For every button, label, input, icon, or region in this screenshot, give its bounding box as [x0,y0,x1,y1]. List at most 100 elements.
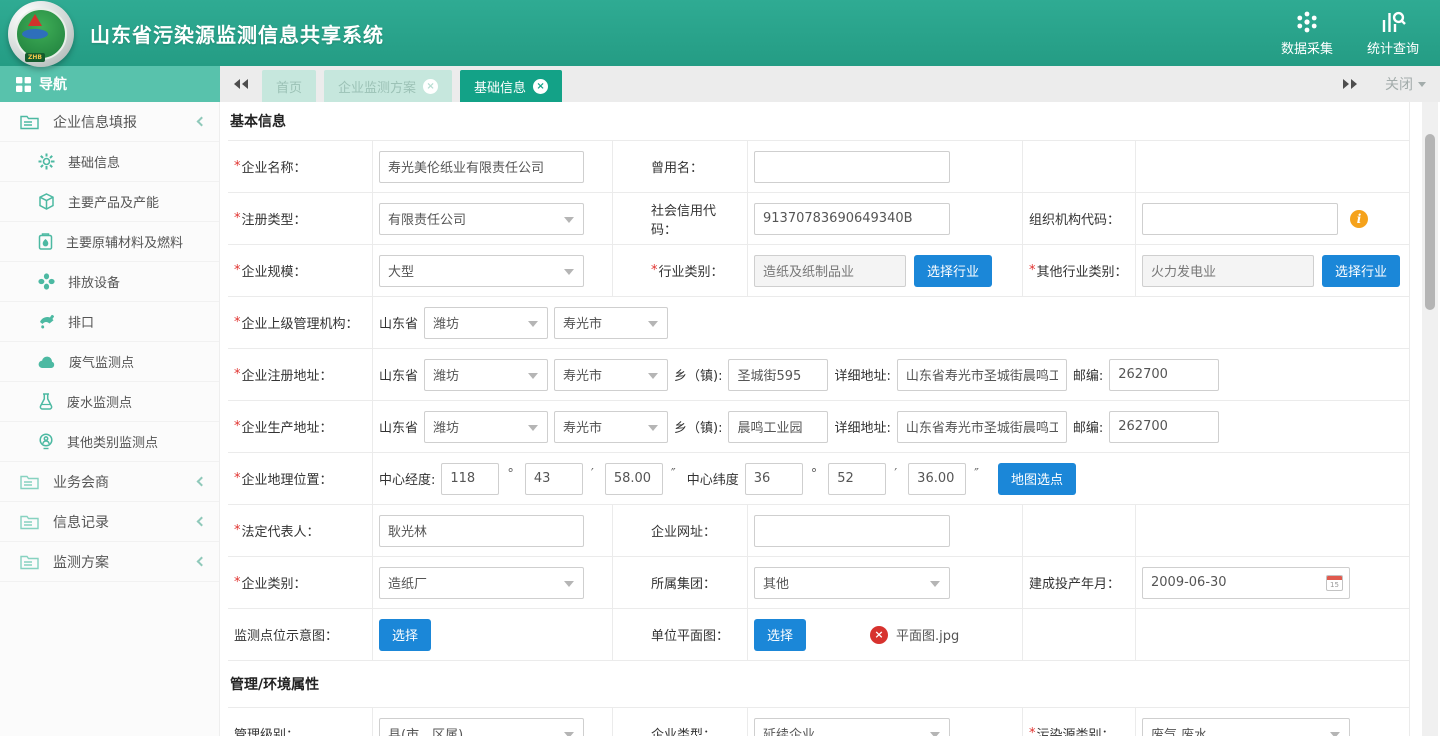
mgmt-level-label: 管理级别： [228,708,373,736]
close-tabs-dropdown[interactable]: 关闭 [1385,74,1426,94]
collapse-chevron-icon [197,517,207,527]
sidebar-item-outlet[interactable]: 排口 [0,302,219,342]
select-other-industry-button[interactable]: 选择行业 [1322,255,1400,287]
collapse-chevron-icon [197,557,207,567]
legal-rep-label: *法定代表人： [228,505,373,557]
app-header: ZHB 山东省污染源监测信息共享系统 数据采集 统计查询 [0,0,1440,66]
former-name-input[interactable] [754,151,950,183]
gear-icon [38,153,55,170]
org-code-label: 组织机构代码： [1023,193,1136,245]
detail-address-label: 详细地址: [834,417,890,436]
sidebar-group-info-records[interactable]: 信息记录 [0,502,219,542]
reg-address-detail-input[interactable] [897,359,1067,391]
lat-min-input[interactable] [828,463,886,495]
flask-icon [38,393,54,410]
dots-cluster-icon [1294,10,1320,34]
tabs-scroll-right-button[interactable] [1337,66,1371,102]
calendar-icon[interactable]: 15 [1326,575,1343,591]
nav-header: 导航 [0,66,220,102]
lon-sec-input[interactable] [605,463,663,495]
prod-address-zip-input[interactable] [1109,411,1219,443]
select-industry-button[interactable]: 选择行业 [914,255,992,287]
sidebar-group-business-consult[interactable]: 业务会商 [0,462,219,502]
zip-label: 邮编: [1073,417,1103,436]
parent-org-city-select[interactable]: 潍坊 [424,307,548,339]
prod-address-city-select[interactable]: 潍坊 [424,411,548,443]
tabs-scroll-left-button[interactable] [220,66,254,102]
tab-enterprise-monitor-plan[interactable]: 企业监测方案 × [324,70,452,102]
website-input[interactable] [754,515,950,547]
pollution-type-select[interactable]: 废气,废水 [1142,718,1350,736]
basic-info-form: 基本信息 *企业名称： 曾用名： *注册类型： 有限责任公司 社会信用代码： 组… [228,102,1410,736]
tab-basic-info[interactable]: 基础信息 × [460,70,562,102]
map-pick-button[interactable]: 地图选点 [998,463,1076,495]
parent-org-county-select[interactable]: 寿光市 [554,307,668,339]
data-collection-button[interactable]: 数据采集 [1268,10,1346,57]
prod-address-county-select[interactable]: 寿光市 [554,411,668,443]
grid-icon [16,77,31,92]
sidebar-item-basic-info[interactable]: 基础信息 [0,142,219,182]
monitor-sketch-label: 监测点位示意图： [228,609,373,661]
reg-address-zip-input[interactable] [1109,359,1219,391]
cube-icon [38,193,55,210]
page-title: 山东省污染源监测信息共享系统 [90,19,384,48]
lon-deg-input[interactable] [441,463,499,495]
lon-min-input[interactable] [525,463,583,495]
uploaded-file-name: 平面图.jpg [896,625,959,644]
company-type-label: *企业类别： [228,557,373,609]
chevron-down-icon [648,373,658,384]
scrollbar-track[interactable] [1422,102,1438,736]
sidebar-group-enterprise-info[interactable]: 企业信息填报 [0,102,219,142]
sidebar-item-products-capacity[interactable]: 主要产品及产能 [0,182,219,222]
choose-plan-button[interactable]: 选择 [754,619,806,651]
sidebar-item-waste-water-points[interactable]: 废水监测点 [0,382,219,422]
delete-file-icon[interactable]: × [870,626,888,644]
sidebar-item-waste-gas-points[interactable]: 废气监测点 [0,342,219,382]
sidebar-item-raw-materials-fuel[interactable]: 主要原辅材料及燃料 [0,222,219,262]
group-select[interactable]: 其他 [754,567,950,599]
group-label: 所属集团： [613,557,748,609]
choose-sketch-button[interactable]: 选择 [379,619,431,651]
scrollbar-thumb[interactable] [1425,134,1435,310]
zip-label: 邮编: [1073,365,1103,384]
credit-code-input[interactable] [754,203,950,235]
reg-address-city-select[interactable]: 潍坊 [424,359,548,391]
org-code-input[interactable] [1142,203,1338,235]
chevron-down-icon [930,732,940,736]
sidebar-item-emission-equipment[interactable]: 排放设备 [0,262,219,302]
company-type-select[interactable]: 造纸厂 [379,567,584,599]
other-industry-label: *其他行业类别： [1023,245,1136,297]
section-title-basic: 基本信息 [228,102,1410,141]
legal-rep-input[interactable] [379,515,584,547]
lat-sec-input[interactable] [908,463,966,495]
nav-label: 导航 [39,74,67,94]
close-tab-icon[interactable]: × [423,79,438,94]
ent-type-label: 企业类型： [613,708,748,736]
chevron-down-icon [564,217,574,228]
province-label: 山东省 [379,417,418,436]
prod-address-detail-input[interactable] [897,411,1067,443]
parent-org-label: *企业上级管理机构： [228,297,373,349]
lat-deg-input[interactable] [745,463,803,495]
chevron-down-icon [1418,82,1426,91]
info-icon[interactable]: i [1350,210,1368,228]
built-date-label: 建成投产年月： [1023,557,1136,609]
reg-address-town-input[interactable] [728,359,828,391]
mgmt-level-select[interactable]: 县(市、区属) [379,718,584,736]
folder-icon [20,474,39,490]
close-tab-icon[interactable]: × [533,79,548,94]
sidebar-group-monitor-plan[interactable]: 监测方案 [0,542,219,582]
ent-type-select[interactable]: 延续企业 [754,718,950,736]
detail-address-label: 详细地址: [834,365,890,384]
sidebar-item-other-category-points[interactable]: 其他类别监测点 [0,422,219,462]
tab-home[interactable]: 首页 [262,70,316,102]
scale-label: *企业规模： [228,245,373,297]
statistics-query-button[interactable]: 统计查询 [1354,10,1432,57]
reg-address-county-select[interactable]: 寿光市 [554,359,668,391]
built-date-input[interactable] [1142,567,1350,599]
reg-type-select[interactable]: 有限责任公司 [379,203,584,235]
scale-select[interactable]: 大型 [379,255,584,287]
latitude-label: 中心纬度 [687,469,739,488]
prod-address-town-input[interactable] [728,411,828,443]
company-name-input[interactable] [379,151,584,183]
